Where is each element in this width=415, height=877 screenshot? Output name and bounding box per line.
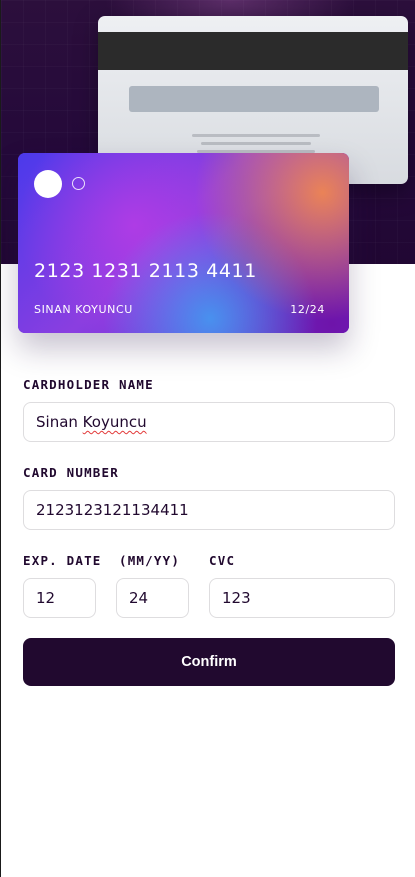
card-logo-circle-icon (34, 170, 62, 198)
card-logo-ring-icon (72, 177, 85, 190)
exp-year-input[interactable]: 24 (116, 578, 189, 618)
signature-panel (129, 86, 379, 112)
card-number-input[interactable]: 2123123121134411 (23, 490, 395, 530)
card-number-value: 2123123121134411 (36, 501, 189, 519)
magnetic-stripe (98, 32, 408, 70)
cvc-value: 123 (222, 589, 251, 607)
confirm-button[interactable]: Confirm (23, 638, 395, 686)
cvc-label: CVC (209, 553, 236, 568)
card-number-display: 2123 1231 2113 4411 (34, 260, 257, 282)
card-front: 2123 1231 2113 4411 SINAN KOYUNCU 12/24 (18, 153, 349, 333)
cardholder-name-input[interactable]: Sinan Koyuncu (23, 402, 395, 442)
exp-month-input[interactable]: 12 (23, 578, 96, 618)
card-expiry-display: 12/24 (290, 303, 325, 316)
exp-year-value: 24 (129, 589, 149, 607)
spellcheck-underlined-text: Koyuncu (82, 413, 147, 431)
card-number-label: CARD NUMBER (23, 465, 119, 480)
exp-date-label: EXP. DATE (MM/YY) (23, 553, 181, 568)
cardholder-name-value: Sinan Koyuncu (36, 413, 147, 431)
cardholder-first-name-text: Sinan (36, 413, 83, 431)
exp-month-value: 12 (36, 589, 56, 607)
card-holder-display: SINAN KOYUNCU (34, 303, 133, 316)
cardholder-name-label: CARDHOLDER NAME (23, 377, 154, 392)
cvc-input[interactable]: 123 (209, 578, 395, 618)
